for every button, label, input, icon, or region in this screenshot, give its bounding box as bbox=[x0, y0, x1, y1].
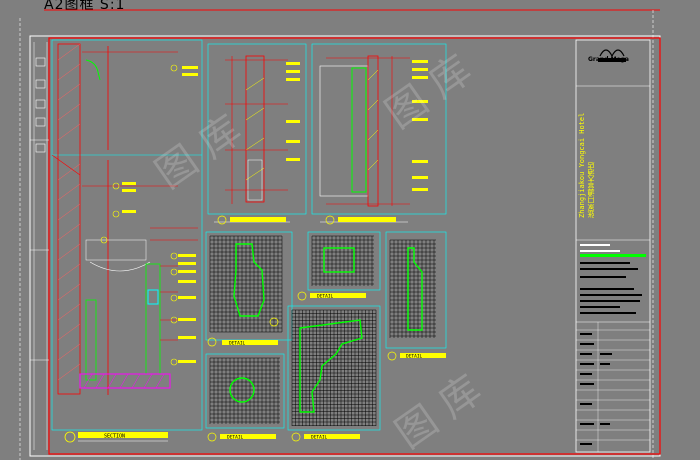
section-label: SECTION bbox=[64, 431, 168, 443]
project-name-cn: 张家口通营大酒店 bbox=[587, 162, 595, 218]
title-block[interactable] bbox=[575, 39, 651, 453]
detail-grid-moulding[interactable]: DETAIL bbox=[287, 305, 381, 442]
drawing-frame bbox=[48, 37, 661, 455]
detail-text-1: DETAIL bbox=[229, 341, 246, 347]
detail-top-middle[interactable] bbox=[207, 43, 307, 225]
detail-grid-profile-1[interactable]: DETAIL bbox=[205, 231, 293, 347]
brand-logo-text: Grand Mega bbox=[588, 56, 629, 63]
project-name-en: Zhangjiakou Yongcai Hotel bbox=[578, 112, 586, 218]
detail-text-2: DETAIL bbox=[317, 294, 334, 300]
sheet-border bbox=[29, 35, 661, 457]
detail-grid-narrow[interactable]: DETAIL bbox=[385, 231, 447, 361]
detail-text-5: DETAIL bbox=[227, 435, 244, 441]
section-text: SECTION bbox=[104, 434, 125, 440]
detail-text-3: DETAIL bbox=[406, 354, 423, 360]
detail-top-right[interactable] bbox=[311, 43, 447, 225]
section-view-left[interactable] bbox=[51, 39, 203, 431]
project-title: Zhangjiakou Yongcai Hotel 张家口通营大酒店 bbox=[578, 108, 608, 218]
detail-grid-circle[interactable]: DETAIL bbox=[205, 353, 285, 442]
detail-grid-square[interactable]: DETAIL bbox=[297, 231, 381, 301]
detail-text-4: DETAIL bbox=[311, 435, 328, 441]
cad-drawing-canvas[interactable]: SECTION DETAIL DETAIL DETAIL DETAIL DETA… bbox=[0, 0, 700, 460]
binding-strip bbox=[30, 42, 49, 450]
